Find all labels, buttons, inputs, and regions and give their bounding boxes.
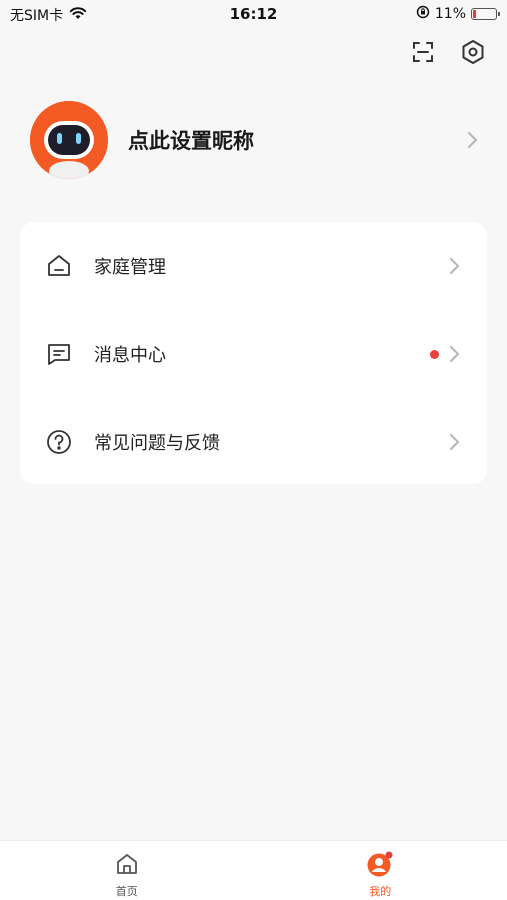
profile-row[interactable]: 点此设置昵称: [30, 100, 479, 180]
menu-item-message-center[interactable]: 消息中心: [20, 310, 487, 398]
scan-icon[interactable]: [409, 38, 437, 66]
home-tab-icon: [114, 851, 140, 881]
help-icon: [44, 427, 74, 457]
tab-mine[interactable]: 我的: [254, 841, 507, 900]
chevron-right-icon: [447, 432, 461, 452]
chevron-right-icon: [447, 344, 461, 364]
profile-tab-icon: [365, 851, 395, 881]
tab-bar: 首页 我的: [0, 840, 507, 900]
unread-badge: [430, 349, 439, 359]
status-bar: 无SIM卡 16:12 11%: [0, 0, 507, 28]
top-actions: [409, 38, 487, 66]
message-icon: [44, 339, 74, 369]
menu-card: 家庭管理 消息中心 常见问题与反馈: [20, 222, 487, 484]
settings-icon[interactable]: [459, 38, 487, 66]
menu-item-faq-feedback[interactable]: 常见问题与反馈: [20, 398, 487, 486]
status-right: 11%: [416, 5, 500, 23]
tab-home[interactable]: 首页: [0, 841, 254, 900]
menu-item-label: 消息中心: [94, 345, 166, 366]
menu-item-label: 常见问题与反馈: [94, 433, 220, 454]
battery-icon: [471, 8, 500, 20]
nickname-label: 点此设置昵称: [128, 129, 254, 153]
home-icon: [44, 251, 74, 281]
chevron-right-icon: [447, 256, 461, 276]
chevron-right-icon: [465, 130, 479, 150]
menu-item-label: 家庭管理: [94, 257, 166, 278]
menu-item-family-management[interactable]: 家庭管理: [20, 222, 487, 310]
tab-label: 我的: [369, 885, 392, 898]
battery-percent: 11%: [434, 6, 466, 22]
orientation-lock-icon: [416, 5, 430, 23]
tab-label: 首页: [115, 885, 138, 898]
avatar[interactable]: [30, 101, 108, 179]
